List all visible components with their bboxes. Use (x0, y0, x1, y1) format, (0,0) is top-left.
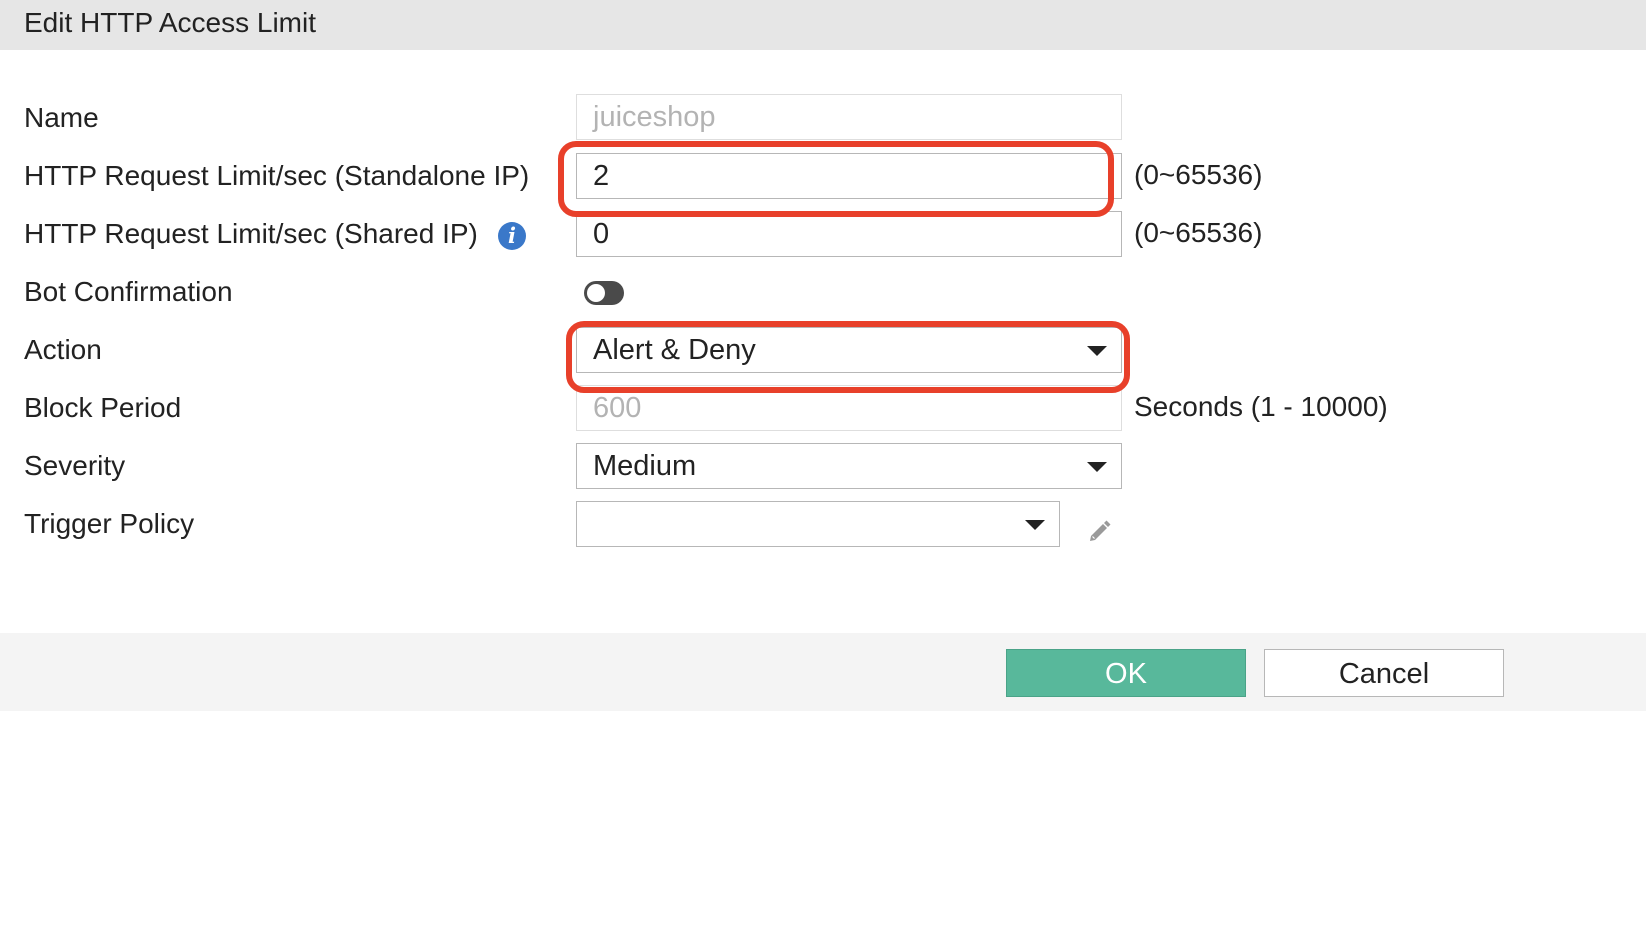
shared-limit-value: 0 (593, 218, 610, 250)
name-field: juiceshop (576, 94, 1122, 140)
shared-limit-range: (0~65536) (1134, 217, 1263, 248)
name-label: Name (24, 102, 99, 133)
block-period-field: 600 (576, 385, 1122, 431)
action-value: Alert & Deny (593, 334, 756, 366)
severity-select[interactable]: Medium (576, 443, 1122, 489)
bot-confirmation-label: Bot Confirmation (24, 276, 233, 307)
block-period-value: 600 (593, 392, 642, 424)
chevron-down-icon (1025, 520, 1045, 530)
ok-button[interactable]: OK (1006, 649, 1246, 697)
name-value: juiceshop (593, 101, 716, 133)
chevron-down-icon (1087, 346, 1107, 356)
action-select[interactable]: Alert & Deny (576, 327, 1122, 373)
dialog-title: Edit HTTP Access Limit (24, 7, 317, 38)
standalone-limit-label: HTTP Request Limit/sec (Standalone IP) (24, 160, 530, 191)
action-label: Action (24, 334, 102, 365)
standalone-limit-value: 2 (593, 160, 610, 192)
info-icon[interactable]: i (498, 222, 526, 250)
cancel-button[interactable]: Cancel (1264, 649, 1504, 697)
shared-limit-label: HTTP Request Limit/sec (Shared IP) (24, 218, 478, 249)
severity-label: Severity (24, 450, 126, 481)
chevron-down-icon (1087, 462, 1107, 472)
standalone-limit-input[interactable]: 2 (576, 153, 1122, 199)
shared-limit-input[interactable]: 0 (576, 211, 1122, 257)
standalone-limit-range: (0~65536) (1134, 159, 1263, 190)
trigger-policy-select[interactable] (576, 501, 1060, 547)
pencil-icon[interactable] (1084, 515, 1114, 545)
block-period-unit: Seconds (1 - 10000) (1134, 391, 1388, 422)
severity-value: Medium (593, 450, 697, 482)
dialog-header: Edit HTTP Access Limit (0, 0, 1646, 50)
bot-confirmation-toggle[interactable] (584, 281, 624, 305)
block-period-label: Block Period (24, 392, 182, 423)
trigger-policy-label: Trigger Policy (24, 508, 195, 539)
toggle-knob (587, 284, 605, 302)
